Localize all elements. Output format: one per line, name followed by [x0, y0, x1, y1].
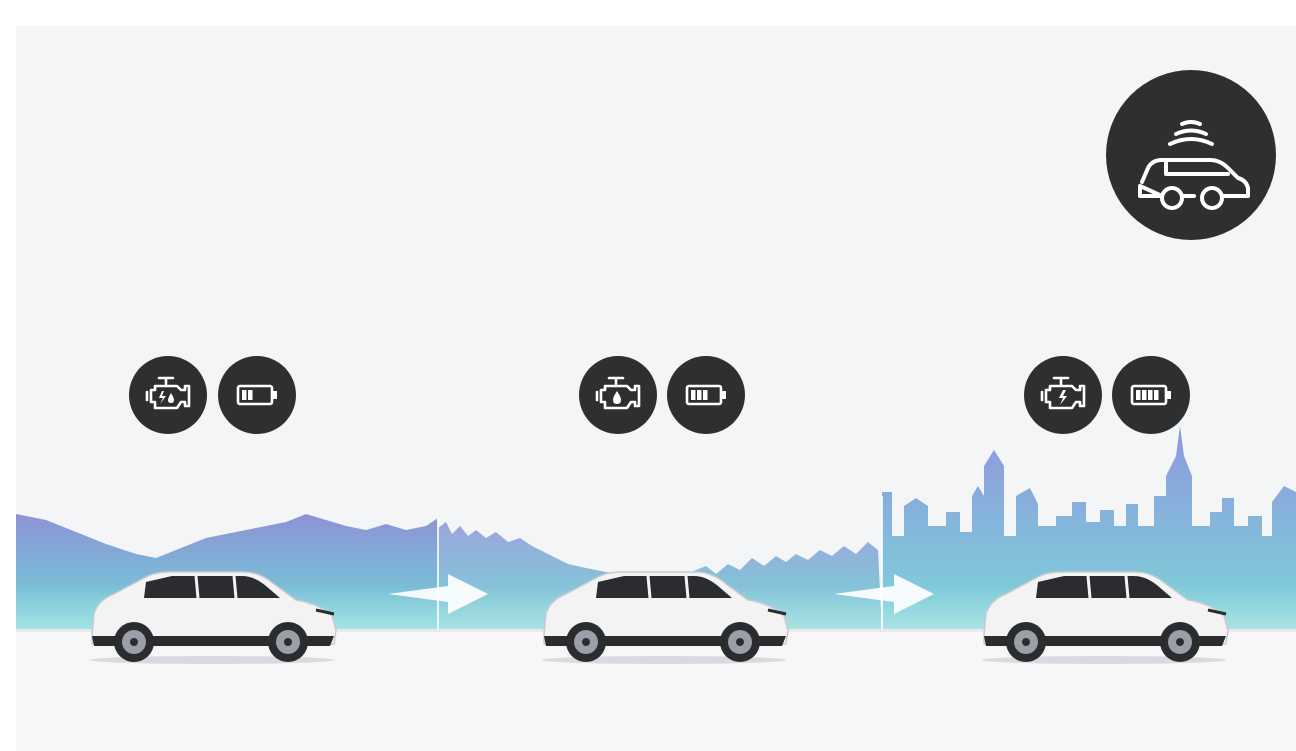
suv-car-stage-2	[536, 564, 792, 664]
suv-car-image	[90, 571, 337, 664]
battery-low-icon	[236, 384, 277, 406]
engine-lightning-drop-icon	[145, 376, 191, 410]
engine-drop-icon	[595, 376, 641, 410]
hybrid-driving-illustration	[16, 26, 1296, 751]
battery-full-icon	[1130, 384, 1171, 406]
engine-badge-stage-3	[1024, 356, 1102, 434]
battery-badge-stage-3	[1112, 356, 1190, 434]
suv-car-stage-1	[84, 564, 340, 664]
right-arrow-icon	[834, 574, 934, 614]
progress-arrow-2	[834, 572, 938, 616]
car-sensor-badge	[1106, 70, 1276, 240]
battery-badge-stage-1	[218, 356, 296, 434]
right-arrow-icon	[388, 574, 488, 614]
engine-badge-stage-1	[129, 356, 207, 434]
suv-car-image	[982, 571, 1229, 664]
suv-car-stage-3	[976, 564, 1232, 664]
car-sensor-icon	[1138, 120, 1250, 210]
engine-badge-stage-2	[579, 356, 657, 434]
suv-car-image	[542, 571, 789, 664]
progress-arrow-1	[388, 572, 492, 616]
battery-medium-icon	[685, 384, 726, 406]
battery-badge-stage-2	[667, 356, 745, 434]
engine-lightning-icon	[1040, 376, 1086, 410]
